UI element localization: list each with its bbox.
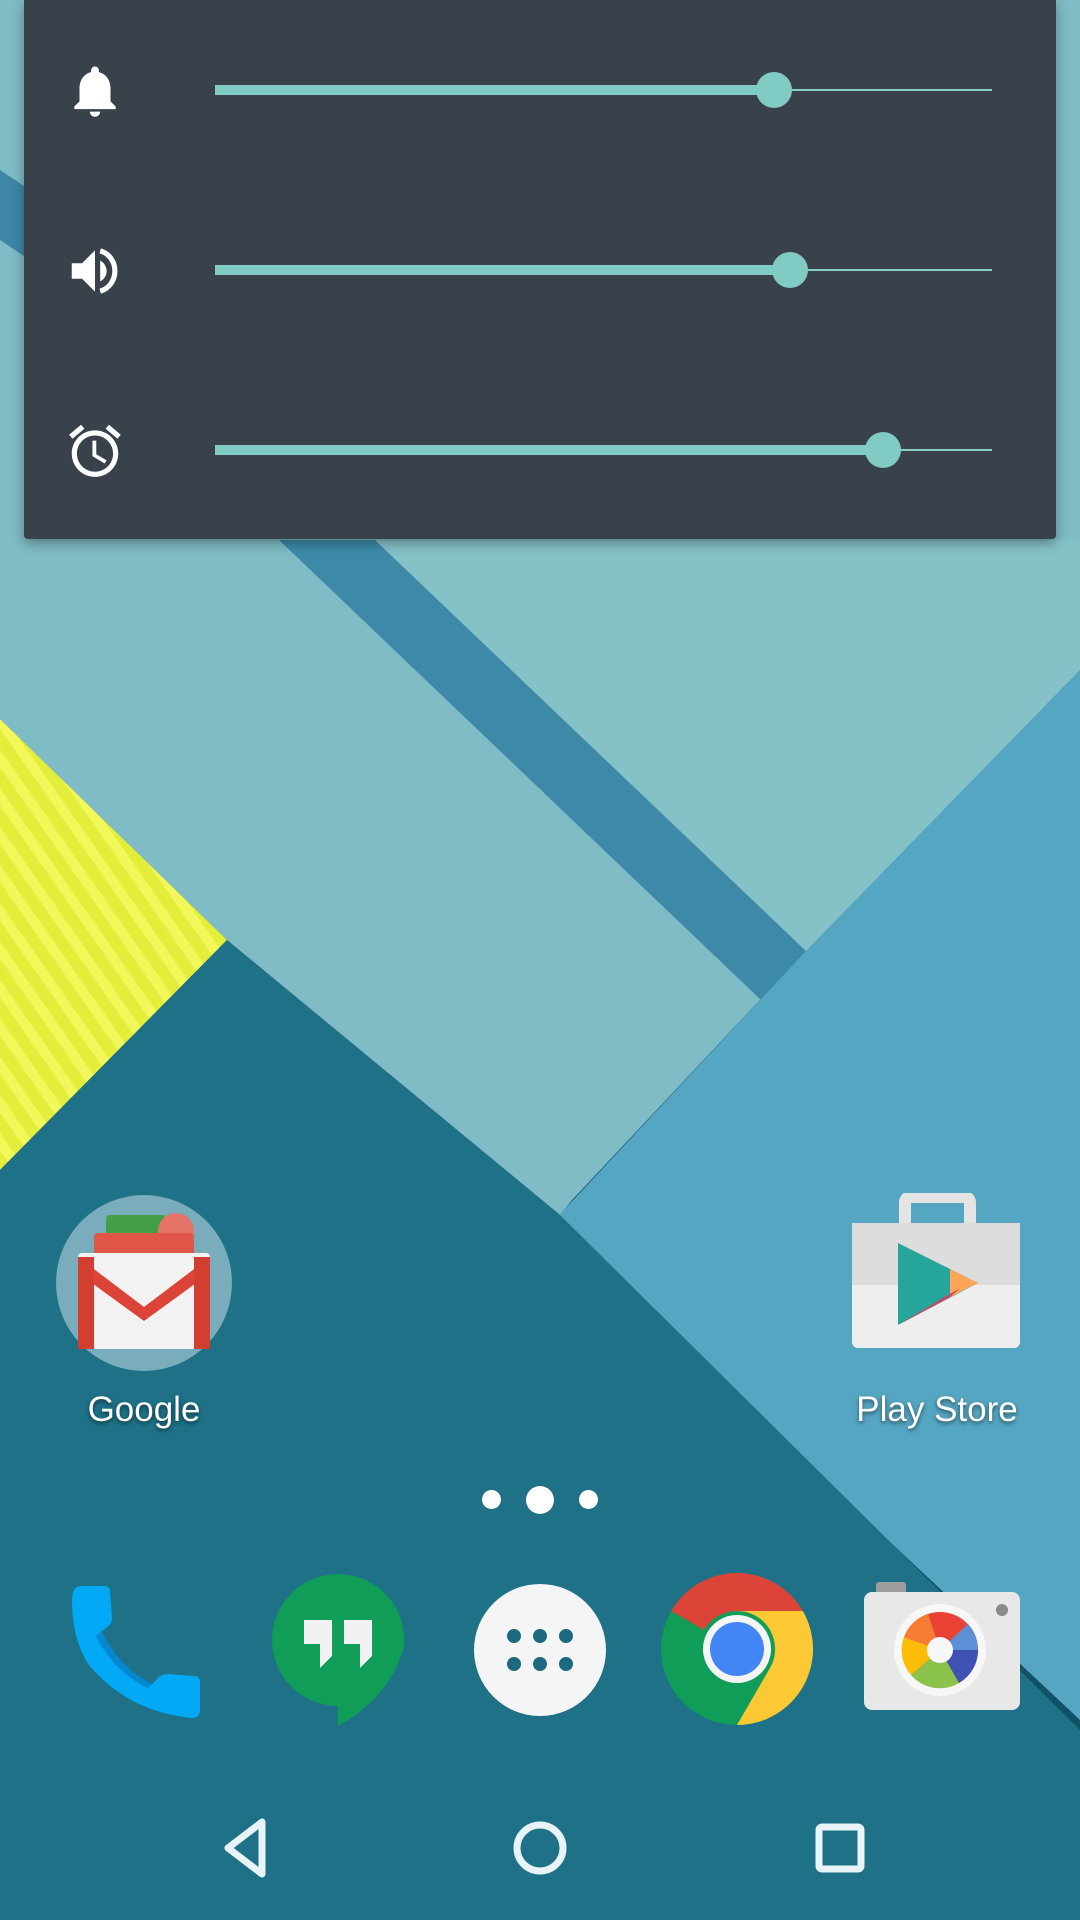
slider-thumb[interactable] — [772, 252, 808, 288]
media-volume-row — [24, 220, 1056, 320]
camera-icon — [864, 1582, 1020, 1710]
slider-thumb[interactable] — [756, 72, 792, 108]
ringer-volume-row — [24, 40, 1056, 140]
hangouts-app[interactable] — [270, 1572, 406, 1728]
play-store-app[interactable] — [850, 1191, 1025, 1353]
bell-icon[interactable] — [64, 60, 126, 122]
back-icon — [224, 1818, 266, 1878]
volume-panel — [24, 0, 1056, 539]
play-store-icon — [852, 1191, 1020, 1348]
recents-icon — [815, 1823, 865, 1873]
alarm-volume-row — [24, 400, 1056, 500]
slider-fill — [215, 265, 790, 275]
speaker-icon[interactable] — [64, 240, 126, 302]
home-icon — [513, 1821, 567, 1875]
slider-thumb[interactable] — [865, 432, 901, 468]
ringer-volume-slider[interactable] — [215, 70, 992, 110]
phone-app[interactable] — [68, 1580, 208, 1720]
recents-button[interactable] — [780, 1788, 900, 1908]
app-drawer-icon — [474, 1584, 606, 1716]
gmail-folder-icon — [56, 1195, 232, 1371]
alarm-volume-slider[interactable] — [215, 430, 992, 470]
home-button[interactable] — [480, 1788, 600, 1908]
page-dot-3[interactable] — [579, 1490, 598, 1509]
hangouts-icon — [272, 1573, 405, 1726]
play-store-label[interactable]: Play Store — [856, 1390, 1017, 1430]
camera-app[interactable] — [864, 1582, 1020, 1710]
phone-icon — [72, 1586, 200, 1718]
page-dot-1[interactable] — [482, 1490, 501, 1509]
page-dot-2-active[interactable] — [526, 1486, 554, 1514]
media-volume-slider[interactable] — [215, 250, 992, 290]
google-folder-label[interactable]: Google — [88, 1390, 201, 1430]
alarm-clock-icon[interactable] — [64, 420, 126, 482]
back-button[interactable] — [180, 1788, 300, 1908]
slider-fill — [215, 85, 774, 95]
app-drawer-button[interactable] — [474, 1584, 606, 1716]
chrome-icon — [661, 1573, 813, 1725]
google-folder[interactable] — [54, 1193, 234, 1373]
chrome-app[interactable] — [660, 1572, 814, 1726]
slider-fill — [215, 445, 883, 455]
